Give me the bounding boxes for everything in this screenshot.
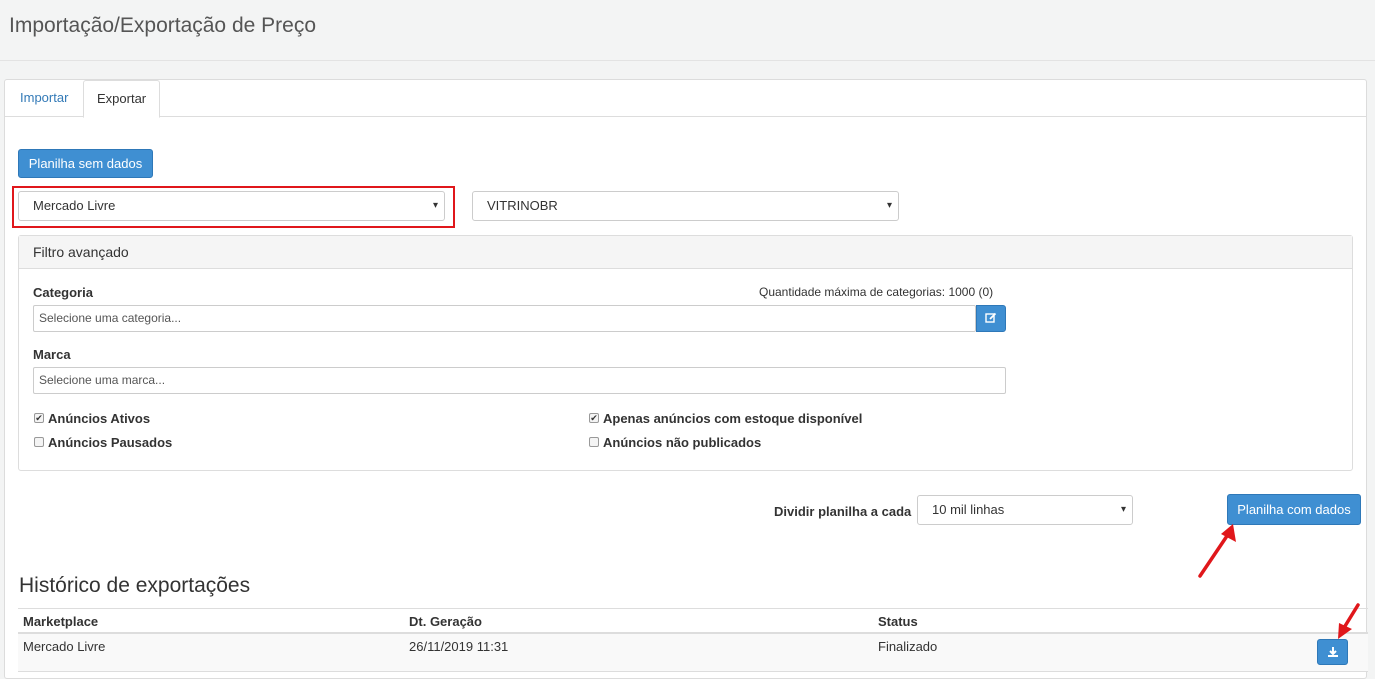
checkbox-checked-icon[interactable]: ✔ bbox=[589, 413, 599, 423]
brand-label: Marca bbox=[33, 347, 71, 362]
checkbox-unchecked-icon[interactable] bbox=[34, 437, 44, 447]
brand-input[interactable]: Selecione uma marca... bbox=[33, 367, 1006, 394]
marketplace-select[interactable]: Mercado Livre ▾ bbox=[18, 191, 445, 221]
split-select[interactable]: 10 mil linhas ▾ bbox=[917, 495, 1133, 525]
table-header-row: Marketplace Dt. Geração Status bbox=[18, 608, 1368, 634]
empty-sheet-button[interactable]: Planilha sem dados bbox=[18, 149, 153, 178]
download-button[interactable] bbox=[1317, 639, 1348, 665]
cell-marketplace: Mercado Livre bbox=[23, 639, 106, 654]
account-select-value: VITRINOBR bbox=[487, 198, 558, 213]
column-header-date: Dt. Geração bbox=[409, 614, 482, 629]
caret-down-icon: ▾ bbox=[1120, 504, 1126, 515]
checkbox-label: Anúncios Ativos bbox=[48, 411, 151, 426]
checkbox-label: Anúncios não publicados bbox=[603, 435, 762, 450]
split-label: Dividir planilha a cada bbox=[774, 504, 912, 519]
checkbox-label: Apenas anúncios com estoque disponível bbox=[603, 411, 863, 426]
tabs-bar: Importar Exportar bbox=[5, 80, 1366, 118]
max-categories-text: Quantidade máxima de categorias: 1000 (0… bbox=[759, 285, 994, 299]
edit-category-button[interactable] bbox=[976, 305, 1006, 332]
table-row: Mercado Livre 26/11/2019 11:31 Finalizad… bbox=[18, 634, 1368, 672]
checkbox-label: Anúncios Pausados bbox=[48, 435, 173, 450]
checkbox-unchecked-icon[interactable] bbox=[589, 437, 599, 447]
caret-down-icon: ▾ bbox=[432, 200, 438, 211]
caret-down-icon: ▾ bbox=[886, 200, 892, 211]
data-sheet-button[interactable]: Planilha com dados bbox=[1227, 494, 1361, 525]
checkbox-checked-icon[interactable]: ✔ bbox=[34, 413, 44, 423]
account-select[interactable]: VITRINOBR ▾ bbox=[472, 191, 899, 221]
marketplace-select-value: Mercado Livre bbox=[33, 198, 116, 213]
cell-date: 26/11/2019 11:31 bbox=[409, 639, 509, 654]
split-select-value: 10 mil linhas bbox=[932, 502, 1005, 517]
cell-status: Finalizado bbox=[878, 639, 938, 654]
edit-icon bbox=[985, 312, 997, 323]
history-title: Histórico de exportações bbox=[19, 574, 251, 597]
page-header: Importação/Exportação de Preço bbox=[0, 0, 1375, 61]
column-header-marketplace: Marketplace bbox=[23, 614, 99, 629]
column-header-status: Status bbox=[878, 614, 918, 629]
tab-exportar[interactable]: Exportar bbox=[83, 80, 161, 118]
download-icon bbox=[1328, 647, 1338, 657]
page-title: Importação/Exportação de Preço bbox=[9, 14, 317, 37]
category-input[interactable]: Selecione uma categoria... bbox=[33, 305, 976, 332]
tab-importar[interactable]: Importar bbox=[7, 80, 81, 117]
advanced-filter-panel: Filtro avançado Categoria Quantidade máx… bbox=[18, 235, 1353, 471]
advanced-filter-title: Filtro avançado bbox=[19, 236, 1352, 269]
category-label: Categoria bbox=[33, 285, 93, 300]
export-card: Importar Exportar Planilha sem dados Mer… bbox=[4, 79, 1368, 679]
